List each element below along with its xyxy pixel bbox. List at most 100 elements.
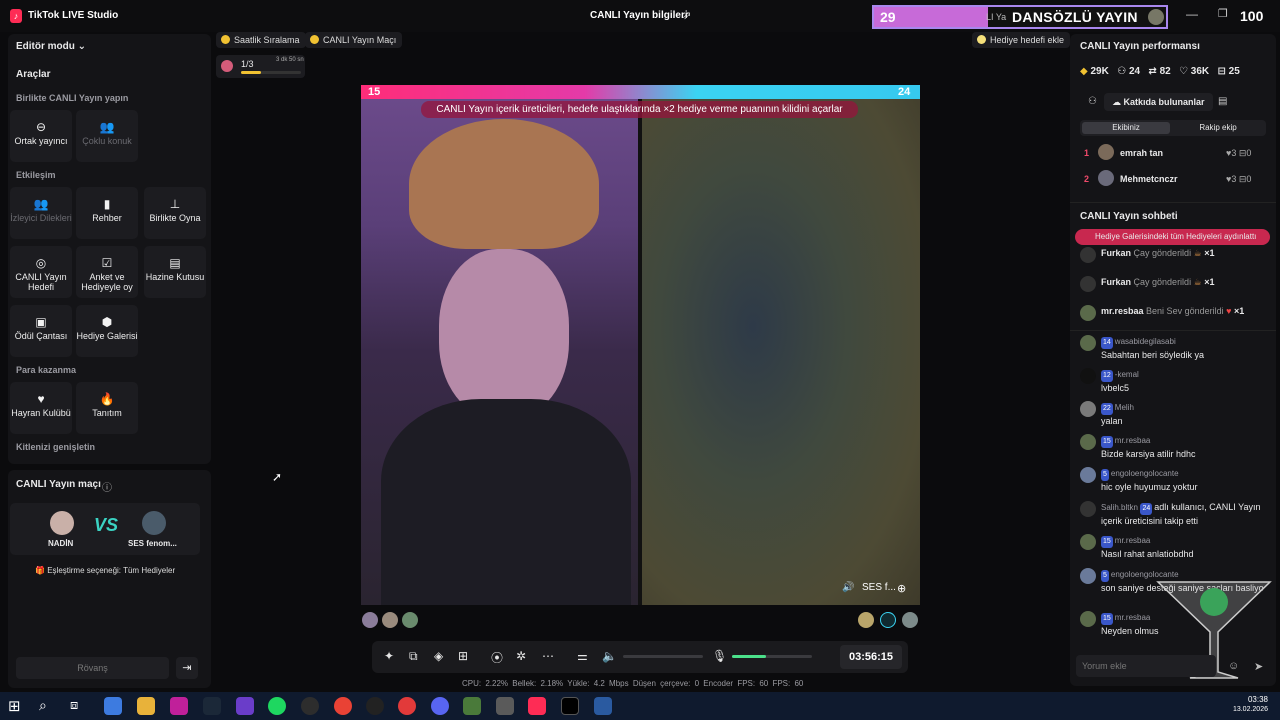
send-icon[interactable]: ➤ xyxy=(1254,660,1263,673)
poll-button[interactable]: ☑ Anket ve Hediyeyle oy xyxy=(76,246,138,298)
search-icon[interactable]: ⌕ xyxy=(39,697,57,715)
gift-message: Furkan Çay gönderildi ☕ ×1 xyxy=(1080,276,1266,292)
guide-button[interactable]: ▮ Rehber xyxy=(76,187,138,239)
contributors-button[interactable]: ☁ Katkıda bulunanlar xyxy=(1104,93,1213,111)
comment-input[interactable] xyxy=(1076,655,1216,677)
stream-info-button[interactable]: CANLI Yayın bilgileri xyxy=(590,10,688,21)
mixer-icon[interactable]: ⚌ xyxy=(577,649,588,663)
app-icon[interactable] xyxy=(170,697,188,715)
effects-icon[interactable]: ✦ xyxy=(384,649,394,663)
goal-progress-label: 1/3 xyxy=(241,59,254,69)
multiguest-button[interactable]: 👥 Çoklu konuk xyxy=(76,110,138,162)
layout-icon[interactable]: ⧉ xyxy=(409,649,418,664)
file-explorer-icon[interactable] xyxy=(137,697,155,715)
steam-icon[interactable] xyxy=(203,697,221,715)
match-card: NADİN VS SES fenom... xyxy=(10,503,200,555)
app-icon[interactable] xyxy=(594,697,612,715)
fan-club-button[interactable]: ♥ Hayran Kulübü xyxy=(10,382,72,434)
diamond-icon: ◆ xyxy=(1080,66,1088,77)
comment-field[interactable] xyxy=(1082,655,1202,677)
live-match-pill[interactable]: CANLI Yayın Maçı xyxy=(305,32,403,48)
coin-icon xyxy=(221,35,230,44)
editor-mode-dropdown[interactable]: Editör modu ⌄ xyxy=(16,41,86,52)
add-user-icon[interactable]: ⚇ xyxy=(1088,96,1097,107)
mic-slider[interactable] xyxy=(732,655,812,658)
tools-panel: Editör modu ⌄ Araçlar Birlikte CANLI Yay… xyxy=(8,34,211,464)
ranking-row[interactable]: 2 Mehmetcnczr ♥3 ⊟0 xyxy=(1080,170,1266,190)
speaker-icon[interactable]: 🔊 xyxy=(842,582,854,593)
discord-icon[interactable] xyxy=(431,697,449,715)
treasure-button[interactable]: ▤ Hazine Kutusu xyxy=(144,246,206,298)
minecraft-icon[interactable] xyxy=(463,697,481,715)
ranking-row[interactable]: 1 emrah tan ♥3 ⊟0 xyxy=(1080,144,1266,164)
goal-progress-fill xyxy=(241,71,261,74)
emoji-icon[interactable]: ☺ xyxy=(1228,660,1239,672)
list-icon[interactable]: ▤ xyxy=(1218,96,1227,107)
battle-score-bar: 15 24 xyxy=(361,85,920,99)
add-icon[interactable]: ⊕ xyxy=(897,582,906,595)
gallery-icon: ⬢ xyxy=(101,315,113,329)
cohost-button[interactable]: ⊖ Ortak yayıncı xyxy=(10,110,72,162)
app-icon[interactable] xyxy=(496,697,514,715)
live-goal-button[interactable]: ◎ CANLI Yayın Hedefi xyxy=(10,246,72,298)
tab-rival-team[interactable]: Rakip ekip xyxy=(1174,122,1262,134)
perf-title: CANLI Yayın performansı xyxy=(1080,41,1200,52)
opponent-video-feed xyxy=(642,99,920,605)
add-gift-goal-pill[interactable]: Hediye hedefi ekle xyxy=(972,32,1071,48)
section-together: Birlikte CANLI Yayın yapın xyxy=(16,93,129,103)
exit-icon[interactable]: ⇥ xyxy=(176,657,198,679)
mic-icon[interactable]: 🎙 xyxy=(712,649,727,663)
viewer-wishes-button[interactable]: 👥 İzleyici Dilekleri xyxy=(10,187,72,239)
chest-icon: ▤ xyxy=(169,256,181,270)
task-view-icon[interactable]: ⧈ xyxy=(70,697,88,715)
reward-bag-button[interactable]: ▣ Ödül Çantası xyxy=(10,305,72,357)
tiktok-icon[interactable] xyxy=(561,697,579,715)
tiktok-studio-icon[interactable] xyxy=(528,697,546,715)
chat-title: CANLI Yayın sohbeti xyxy=(1080,211,1178,222)
stream-controls: ✦ ⧉ ◈ ⊞ ⦿ ✲ ⋯ ⚌ 🔈 🎙 03:56:15 xyxy=(372,641,908,673)
help-icon[interactable]: ⓘ xyxy=(102,479,112,494)
rematch-button[interactable]: Rövanş xyxy=(16,657,169,679)
goal-progress-card[interactable]: 1/3 3 dk 50 sn xyxy=(216,55,305,78)
goal-icon xyxy=(221,60,233,72)
windows-taskbar: ⊞ ⌕ ⧈ 03:38 13.02.2026 xyxy=(0,692,1280,720)
stream-overlay-banner: 29 LI Ya DANSÖZLÜ YAYIN xyxy=(872,5,1168,29)
play-together-button[interactable]: ⊥ Birlikte Oyna xyxy=(144,187,206,239)
overlay-count: 29 xyxy=(880,9,896,25)
player-b-avatar xyxy=(142,511,166,535)
tab-your-team[interactable]: Ekibiniz xyxy=(1082,122,1170,134)
team-tabs: Ekibiniz Rakip ekip xyxy=(1080,120,1266,136)
coin-icon xyxy=(310,35,319,44)
app-icon[interactable] xyxy=(398,697,416,715)
gift-gallery-button[interactable]: ⬢ Hediye Galerisi xyxy=(76,305,138,357)
volume-icon[interactable]: 🔈 xyxy=(602,649,617,663)
viewers-icon: ⚇ xyxy=(1117,66,1127,77)
beauty-icon[interactable]: ◈ xyxy=(434,649,443,663)
app-icon[interactable] xyxy=(301,697,319,715)
bear-hat-effect xyxy=(409,119,599,249)
chevron-down-icon: ⌄ xyxy=(77,41,87,52)
windows-start-icon[interactable]: ⊞ xyxy=(8,697,26,715)
spotify-icon[interactable] xyxy=(268,697,286,715)
chrome-icon[interactable] xyxy=(334,697,352,715)
record-icon[interactable]: ⦿ xyxy=(491,649,503,666)
hourly-ranking-pill[interactable]: Saatlik Sıralama xyxy=(216,32,306,48)
settings-icon[interactable]: ✲ xyxy=(516,649,526,663)
app-icon[interactable] xyxy=(236,697,254,715)
live-timer: 03:56:15 xyxy=(840,645,902,669)
copilot-icon[interactable] xyxy=(104,697,122,715)
maximize-icon[interactable]: ❐ xyxy=(1218,7,1228,20)
volume-slider[interactable] xyxy=(623,655,703,658)
share-icon[interactable]: ⇗ xyxy=(682,9,691,22)
multiplier-banner: CANLI Yayın içerik üreticileri, hedefe u… xyxy=(421,101,858,118)
minimize-icon[interactable]: — xyxy=(1186,7,1198,21)
app-icon[interactable] xyxy=(366,697,384,715)
overlay-icon[interactable]: ⊞ xyxy=(458,649,468,663)
overlay-title: DANSÖZLÜ YAYIN xyxy=(1012,9,1138,25)
chat-message: 14 wasabidegilasabi Sabahtan beri söyledik… xyxy=(1080,335,1266,361)
host-face xyxy=(439,249,569,419)
overlay-avatar xyxy=(1148,9,1164,25)
promo-button[interactable]: 🔥 Tanıtım xyxy=(76,382,138,434)
match-mode: 🎁 Eşleştirme seçeneği: Tüm Hediyeler xyxy=(35,566,176,575)
more-icon[interactable]: ⋯ xyxy=(542,649,554,663)
